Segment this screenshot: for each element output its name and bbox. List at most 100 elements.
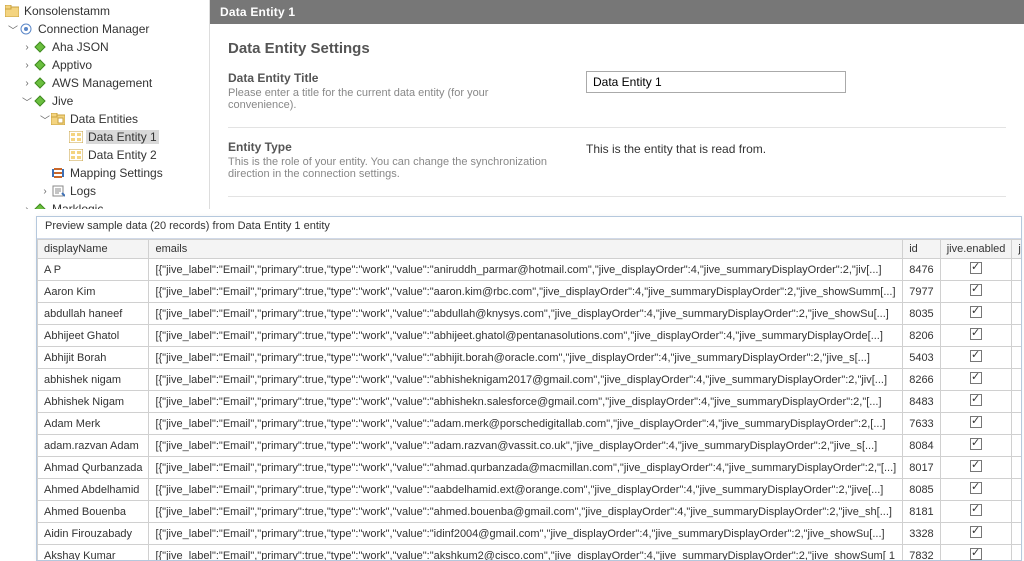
cell-enabled[interactable] (940, 501, 1012, 523)
cell-id[interactable]: 7832 (903, 545, 940, 561)
cell-displayname[interactable]: A P (38, 259, 149, 281)
cell-enabled[interactable] (940, 457, 1012, 479)
cell-id[interactable]: 8206 (903, 325, 940, 347)
cell-enabled[interactable] (940, 479, 1012, 501)
table-row[interactable]: Ahmed Abdelhamid[{"jive_label":"Email","… (38, 479, 1022, 501)
cell-displayname[interactable]: abhishek nigam (38, 369, 149, 391)
cell-extra[interactable] (1012, 501, 1021, 523)
table-row[interactable]: Ahmed Bouenba[{"jive_label":"Email","pri… (38, 501, 1022, 523)
tree-data-entities[interactable]: ﹀Data Entities (0, 110, 209, 128)
expand-icon[interactable]: › (22, 60, 32, 71)
cell-emails[interactable]: [{"jive_label":"Email","primary":true,"t… (149, 281, 903, 303)
cell-displayname[interactable]: Abhijit Borah (38, 347, 149, 369)
cell-displayname[interactable]: Ahmed Abdelhamid (38, 479, 149, 501)
cell-emails[interactable]: [{"jive_label":"Email","primary":true,"t… (149, 259, 903, 281)
cell-displayname[interactable]: Ahmed Bouenba (38, 501, 149, 523)
cell-enabled[interactable] (940, 303, 1012, 325)
cell-extra[interactable] (1012, 457, 1021, 479)
cell-id[interactable]: 8085 (903, 479, 940, 501)
cell-enabled[interactable] (940, 369, 1012, 391)
cell-extra[interactable] (1012, 325, 1021, 347)
cell-displayname[interactable]: Abhishek Nigam (38, 391, 149, 413)
cell-displayname[interactable]: Aidin Firouzabady (38, 523, 149, 545)
cell-id[interactable]: 7633 (903, 413, 940, 435)
expand-icon[interactable]: ﹀ (8, 22, 18, 37)
expand-icon[interactable]: ﹀ (22, 94, 32, 109)
cell-emails[interactable]: [{"jive_label":"Email","primary":true,"t… (149, 435, 903, 457)
cell-displayname[interactable]: Aaron Kim (38, 281, 149, 303)
cell-id[interactable]: 8476 (903, 259, 940, 281)
table-row[interactable]: Akshay Kumar[{"jive_label":"Email","prim… (38, 545, 1022, 561)
table-row[interactable]: Aidin Firouzabady[{"jive_label":"Email",… (38, 523, 1022, 545)
cell-enabled[interactable] (940, 413, 1012, 435)
cell-enabled[interactable] (940, 347, 1012, 369)
tree-item-aha-json[interactable]: ›Aha JSON (0, 38, 209, 56)
cell-extra[interactable] (1012, 347, 1021, 369)
tree-item-jive[interactable]: ﹀Jive (0, 92, 209, 110)
col-id[interactable]: id (903, 240, 940, 259)
cell-emails[interactable]: [{"jive_label":"Email","primary":true,"t… (149, 369, 903, 391)
cell-emails[interactable]: [{"jive_label":"Email","primary":true,"t… (149, 413, 903, 435)
cell-extra[interactable] (1012, 303, 1021, 325)
expand-icon[interactable]: ﹀ (40, 112, 50, 127)
tree-item-aws-management[interactable]: ›AWS Management (0, 74, 209, 92)
table-row[interactable]: Abhishek Nigam[{"jive_label":"Email","pr… (38, 391, 1022, 413)
tree-mapping-settings[interactable]: Mapping Settings (0, 164, 209, 182)
cell-extra[interactable] (1012, 413, 1021, 435)
cell-extra[interactable] (1012, 391, 1021, 413)
cell-id[interactable]: 5403 (903, 347, 940, 369)
tree-item-apptivo[interactable]: ›Apptivo (0, 56, 209, 74)
cell-id[interactable]: 7977 (903, 281, 940, 303)
tree-root[interactable]: Konsolenstamm (0, 2, 209, 20)
cell-displayname[interactable]: adam.razvan Adam (38, 435, 149, 457)
cell-displayname[interactable]: abdullah haneef (38, 303, 149, 325)
cell-emails[interactable]: [{"jive_label":"Email","primary":true,"t… (149, 501, 903, 523)
cell-enabled[interactable] (940, 325, 1012, 347)
cell-id[interactable]: 8266 (903, 369, 940, 391)
tree-entity-data-entity-2[interactable]: Data Entity 2 (0, 146, 209, 164)
cell-extra[interactable] (1012, 259, 1021, 281)
cell-displayname[interactable]: Abhijeet Ghatol (38, 325, 149, 347)
cell-displayname[interactable]: Adam Merk (38, 413, 149, 435)
cell-emails[interactable]: [{"jive_label":"Email","primary":true,"t… (149, 479, 903, 501)
table-row[interactable]: Abhijeet Ghatol[{"jive_label":"Email","p… (38, 325, 1022, 347)
expand-icon[interactable]: › (22, 204, 32, 210)
cell-emails[interactable]: [{"jive_label":"Email","primary":true,"t… (149, 303, 903, 325)
cell-extra[interactable] (1012, 281, 1021, 303)
col-displayname[interactable]: displayName (38, 240, 149, 259)
cell-enabled[interactable] (940, 259, 1012, 281)
cell-extra[interactable] (1012, 369, 1021, 391)
tree-logs[interactable]: ›Logs (0, 182, 209, 200)
table-row[interactable]: Adam Merk[{"jive_label":"Email","primary… (38, 413, 1022, 435)
cell-emails[interactable]: [{"jive_label":"Email","primary":true,"t… (149, 391, 903, 413)
preview-grid[interactable]: displayName emails id jive.enabled jive.… (37, 239, 1021, 560)
cell-enabled[interactable] (940, 281, 1012, 303)
table-row[interactable]: A P[{"jive_label":"Email","primary":true… (38, 259, 1022, 281)
cell-enabled[interactable] (940, 391, 1012, 413)
tree-item-marklogic[interactable]: ›Marklogic (0, 200, 209, 209)
cell-emails[interactable]: [{"jive_label":"Email","primary":true,"t… (149, 545, 903, 561)
cell-extra[interactable] (1012, 523, 1021, 545)
col-extra[interactable]: jive.e (1012, 240, 1021, 259)
entity-title-input[interactable] (586, 71, 846, 93)
cell-emails[interactable]: [{"jive_label":"Email","primary":true,"t… (149, 325, 903, 347)
cell-id[interactable]: 3328 (903, 523, 940, 545)
cell-enabled[interactable] (940, 523, 1012, 545)
cell-enabled[interactable] (940, 545, 1012, 561)
cell-emails[interactable]: [{"jive_label":"Email","primary":true,"t… (149, 347, 903, 369)
expand-icon[interactable]: › (22, 78, 32, 89)
cell-displayname[interactable]: Akshay Kumar (38, 545, 149, 561)
expand-icon[interactable]: › (22, 42, 32, 53)
cell-extra[interactable] (1012, 435, 1021, 457)
table-row[interactable]: Aaron Kim[{"jive_label":"Email","primary… (38, 281, 1022, 303)
tree-entity-data-entity-1[interactable]: Data Entity 1 (0, 128, 209, 146)
col-enabled[interactable]: jive.enabled (940, 240, 1012, 259)
cell-id[interactable]: 8035 (903, 303, 940, 325)
cell-enabled[interactable] (940, 435, 1012, 457)
cell-emails[interactable]: [{"jive_label":"Email","primary":true,"t… (149, 523, 903, 545)
cell-id[interactable]: 8181 (903, 501, 940, 523)
table-row[interactable]: Ahmad Qurbanzada[{"jive_label":"Email","… (38, 457, 1022, 479)
tree-connection-manager[interactable]: ﹀ Connection Manager (0, 20, 209, 38)
cell-id[interactable]: 8483 (903, 391, 940, 413)
table-row[interactable]: abhishek nigam[{"jive_label":"Email","pr… (38, 369, 1022, 391)
